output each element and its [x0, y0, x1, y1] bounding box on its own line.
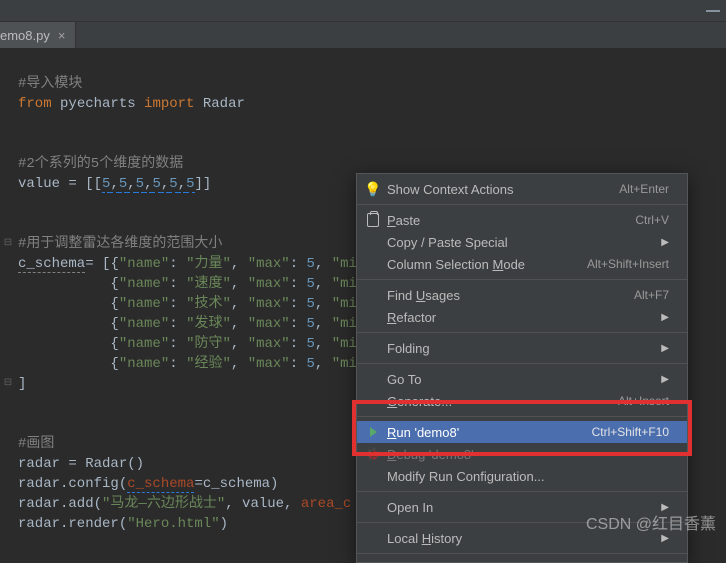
menu-separator	[357, 553, 687, 554]
menu-item[interactable]: Modify Run Configuration...	[357, 465, 687, 487]
code-comment: #画图	[18, 436, 54, 452]
menu-shortcut: Alt+Insert	[618, 394, 669, 408]
menu-item[interactable]: Copy / Paste Special▶	[357, 231, 687, 253]
submenu-arrow-icon: ▶	[661, 374, 669, 385]
menu-item-label: Open In	[387, 500, 661, 515]
code-comment: #导入模块	[18, 76, 82, 92]
menu-item[interactable]: Run 'demo8'Ctrl+Shift+F10	[357, 421, 687, 443]
menu-item-label: Refactor	[387, 310, 661, 325]
menu-item-label: Run 'demo8'	[387, 425, 592, 440]
menu-item-label: Find Usages	[387, 288, 634, 303]
menu-separator	[357, 363, 687, 364]
file-tab-demo8[interactable]: emo8.py ×	[0, 22, 76, 48]
menu-item-label: Folding	[387, 341, 661, 356]
context-menu: 💡Show Context ActionsAlt+EnterPasteCtrl+…	[356, 173, 688, 563]
menu-item-label: Generate...	[387, 394, 618, 409]
menu-item[interactable]: PasteCtrl+V	[357, 209, 687, 231]
menu-item-label: Copy / Paste Special	[387, 235, 661, 250]
menu-item[interactable]: Column Selection ModeAlt+Shift+Insert	[357, 253, 687, 275]
code-comment: #用于调整雷达各维度的范围大小	[18, 236, 222, 252]
menu-separator	[357, 204, 687, 205]
menu-shortcut: Alt+Shift+Insert	[587, 257, 669, 271]
menu-separator	[357, 491, 687, 492]
menu-item-label: Column Selection Mode	[387, 257, 587, 272]
menu-item-label: Show Context Actions	[387, 182, 619, 197]
menu-item-label: Paste	[387, 213, 635, 228]
submenu-arrow-icon: ▶	[661, 312, 669, 323]
code-comment: #2个系列的5个维度的数据	[18, 156, 183, 172]
menu-item[interactable]: Open In▶	[357, 496, 687, 518]
submenu-arrow-icon: ▶	[661, 502, 669, 513]
minimize-icon[interactable]	[706, 4, 720, 18]
menu-item[interactable]: Refactor▶	[357, 306, 687, 328]
menu-item[interactable]: 💡 Show Context ActionsAlt+Enter	[357, 178, 687, 200]
menu-shortcut: Alt+F7	[634, 288, 669, 302]
menu-item[interactable]: 🐞 Debug 'demo8'	[357, 443, 687, 465]
menu-item[interactable]: Go To▶	[357, 368, 687, 390]
run-icon	[365, 427, 381, 437]
submenu-arrow-icon: ▶	[661, 533, 669, 544]
menu-item-label: Modify Run Configuration...	[387, 469, 669, 484]
menu-item-label: Debug 'demo8'	[387, 447, 669, 462]
menu-item[interactable]: Find UsagesAlt+F7	[357, 284, 687, 306]
menu-separator	[357, 279, 687, 280]
menu-separator	[357, 332, 687, 333]
fold-icon[interactable]: ⊟	[2, 234, 14, 254]
menu-shortcut: Alt+Enter	[619, 182, 669, 196]
menu-item-label: Go To	[387, 372, 661, 387]
menu-item[interactable]: Generate...Alt+Insert	[357, 390, 687, 412]
window-titlebar	[0, 0, 726, 22]
bulb-icon: 💡	[365, 181, 381, 198]
fold-icon[interactable]: ⊟	[2, 374, 14, 394]
menu-item[interactable]: Folding▶	[357, 337, 687, 359]
submenu-arrow-icon: ▶	[661, 237, 669, 248]
menu-shortcut: Ctrl+V	[635, 213, 669, 227]
close-icon[interactable]: ×	[58, 28, 66, 43]
menu-item-label: Local History	[387, 531, 661, 546]
submenu-arrow-icon: ▶	[661, 343, 669, 354]
menu-separator	[357, 522, 687, 523]
clipboard-icon	[365, 213, 381, 227]
editor-tab-bar: emo8.py ×	[0, 22, 726, 48]
menu-separator	[357, 416, 687, 417]
tab-filename: emo8.py	[0, 28, 50, 43]
menu-shortcut: Ctrl+Shift+F10	[592, 425, 669, 439]
debug-icon: 🐞	[365, 447, 381, 461]
menu-item[interactable]: Local History▶	[357, 527, 687, 549]
